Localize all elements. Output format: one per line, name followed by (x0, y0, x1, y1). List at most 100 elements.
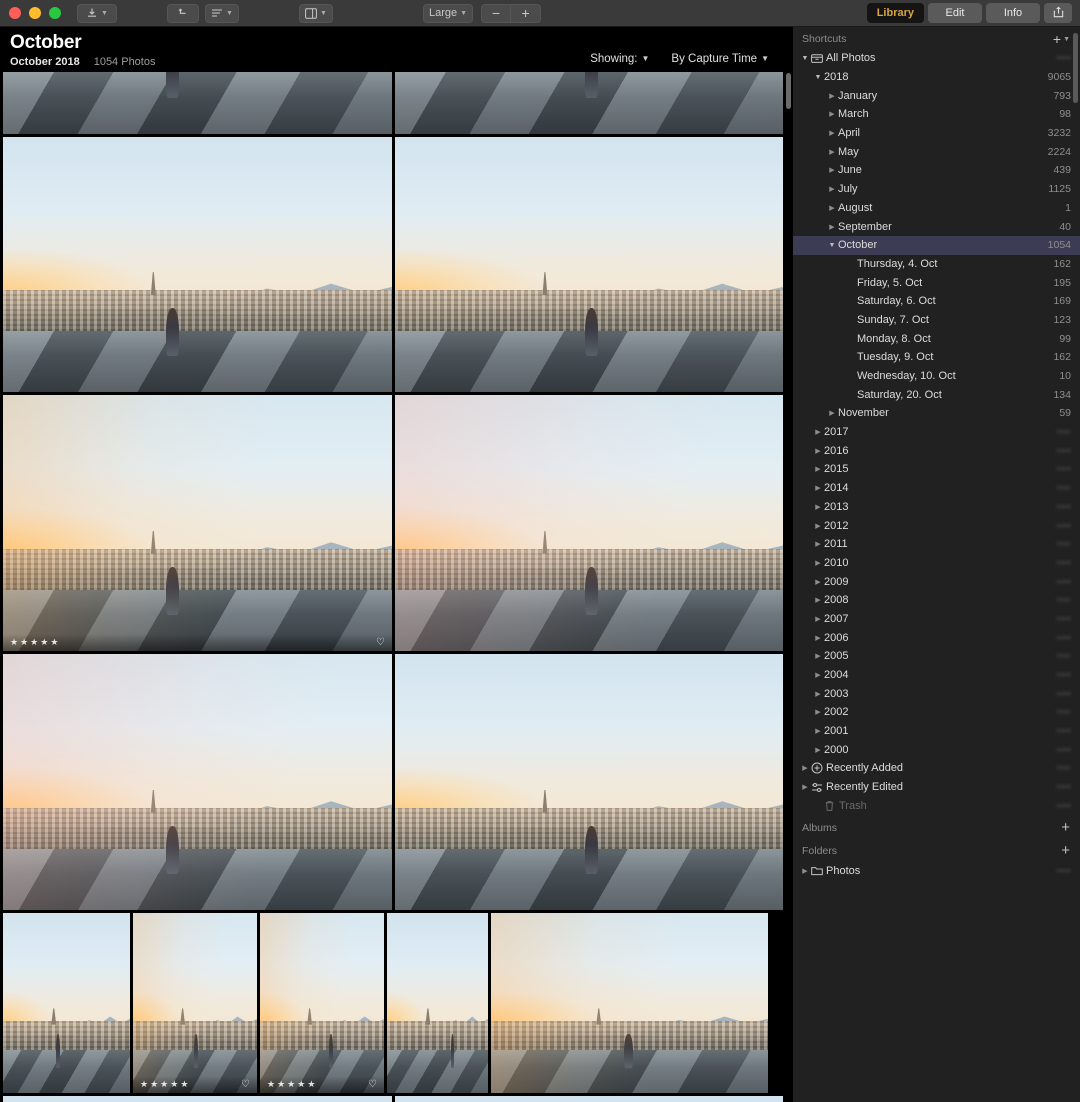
zoom-in-button[interactable]: + (511, 3, 542, 23)
disclosure-closed-icon[interactable]: ▶ (812, 559, 824, 567)
disclosure-closed-icon[interactable]: ▶ (812, 634, 824, 642)
disclosure-closed-icon[interactable]: ▶ (826, 185, 838, 193)
disclosure-closed-icon[interactable]: ▶ (826, 92, 838, 100)
sidebar-item-october[interactable]: ▼ October 1054 (793, 235, 1080, 255)
star-icon[interactable]: ★ (20, 638, 28, 647)
disclosure-closed-icon[interactable]: ▶ (812, 484, 824, 492)
rotate-button[interactable] (167, 3, 199, 23)
disclosure-closed-icon[interactable]: ▶ (812, 465, 824, 473)
sidebar-item-january[interactable]: ▶ January 793 (793, 86, 1080, 105)
add-album-button[interactable]: + (1061, 820, 1070, 835)
sidebar-item-2005[interactable]: ▶ 2005 •••• (793, 647, 1080, 666)
disclosure-closed-icon[interactable]: ▶ (812, 671, 824, 679)
disclosure-closed-icon[interactable]: ▶ (812, 596, 824, 604)
sidebar-item-2000[interactable]: ▶ 2000 •••• (793, 740, 1080, 759)
sidebar-item-2001[interactable]: ▶ 2001 •••• (793, 722, 1080, 741)
sidebar-item-august[interactable]: ▶ August 1 (793, 199, 1080, 218)
disclosure-closed-icon[interactable]: ▶ (826, 148, 838, 156)
photo-thumbnail[interactable] (3, 137, 392, 392)
sidebar-item-friday-5-oct[interactable]: Friday, 5. Oct 195 (793, 273, 1080, 292)
rating-stars[interactable]: ★ ★ ★ ★ ★ (140, 1080, 188, 1089)
sidebar-item-recently-edited[interactable]: ▶ Recently Edited •••• (793, 778, 1080, 797)
scrollbar-thumb[interactable] (786, 73, 791, 109)
sidebar-item-2018[interactable]: ▼ 2018 9065 (793, 68, 1080, 87)
zoom-out-button[interactable]: − (481, 3, 512, 23)
disclosure-closed-icon[interactable]: ▶ (812, 708, 824, 716)
disclosure-closed-icon[interactable]: ▶ (812, 652, 824, 660)
disclosure-closed-icon[interactable]: ▶ (812, 727, 824, 735)
minimize-button[interactable] (29, 7, 41, 19)
disclosure-open-icon[interactable]: ▼ (799, 55, 811, 62)
star-icon[interactable]: ★ (10, 638, 18, 647)
disclosure-closed-icon[interactable]: ▶ (812, 578, 824, 586)
disclosure-closed-icon[interactable]: ▶ (826, 409, 838, 417)
photo-thumbnail[interactable] (395, 654, 783, 910)
add-shortcut-button[interactable]: + ▼ (1053, 32, 1070, 46)
filter-button[interactable]: ▼ (205, 3, 239, 23)
star-icon[interactable]: ★ (140, 1080, 148, 1089)
sidebar-item-2016[interactable]: ▶ 2016 •••• (793, 441, 1080, 460)
photo-thumbnail[interactable] (387, 913, 488, 1093)
star-icon[interactable]: ★ (40, 638, 48, 647)
showing-filter-dropdown[interactable]: Showing: ▼ (590, 53, 649, 65)
import-button[interactable]: ▼ (77, 3, 117, 23)
photo-thumbnail[interactable] (395, 137, 783, 392)
photo-thumbnail[interactable] (395, 1096, 783, 1102)
photo-thumbnail[interactable] (3, 1096, 392, 1102)
sidebar-item-2015[interactable]: ▶ 2015 •••• (793, 460, 1080, 479)
close-button[interactable] (9, 7, 21, 19)
disclosure-closed-icon[interactable]: ▶ (826, 110, 838, 118)
disclosure-closed-icon[interactable]: ▶ (826, 166, 838, 174)
disclosure-closed-icon[interactable]: ▶ (812, 503, 824, 511)
disclosure-closed-icon[interactable]: ▶ (826, 204, 838, 212)
sidebar-item-2004[interactable]: ▶ 2004 •••• (793, 666, 1080, 685)
add-folder-button[interactable]: + (1061, 843, 1070, 858)
sidebar-scrollbar-thumb[interactable] (1073, 33, 1078, 103)
sidebar-item-2008[interactable]: ▶ 2008 •••• (793, 591, 1080, 610)
sidebar-item-all-photos[interactable]: ▼ All Photos •••• (793, 49, 1080, 68)
sidebar-item-april[interactable]: ▶ April 3232 (793, 124, 1080, 143)
sidebar-item-monday-8-oct[interactable]: Monday, 8. Oct 99 (793, 329, 1080, 348)
disclosure-closed-icon[interactable]: ▶ (826, 223, 838, 231)
photo-thumbnail[interactable] (491, 913, 768, 1093)
sidebar-item-recently-added[interactable]: ▶ Recently Added •••• (793, 759, 1080, 778)
sidebar-item-2007[interactable]: ▶ 2007 •••• (793, 610, 1080, 629)
star-icon[interactable]: ★ (170, 1080, 178, 1089)
star-icon[interactable]: ★ (277, 1080, 285, 1089)
sidebar-item-saturday-20-oct[interactable]: Saturday, 20. Oct 134 (793, 385, 1080, 404)
sidebar-item-2009[interactable]: ▶ 2009 •••• (793, 572, 1080, 591)
disclosure-closed-icon[interactable]: ▶ (812, 447, 824, 455)
disclosure-closed-icon[interactable]: ▶ (812, 690, 824, 698)
tab-edit[interactable]: Edit (928, 3, 982, 23)
sidebar-item-wednesday-10-oct[interactable]: Wednesday, 10. Oct 10 (793, 367, 1080, 386)
sidebar-item-2012[interactable]: ▶ 2012 •••• (793, 516, 1080, 535)
sidebar-item-sunday-7-oct[interactable]: Sunday, 7. Oct 123 (793, 311, 1080, 330)
disclosure-open-icon[interactable]: ▼ (812, 74, 824, 81)
favorite-heart-icon[interactable]: ♡ (376, 637, 385, 648)
sidebar-item-november[interactable]: ▶ November 59 (793, 404, 1080, 423)
tab-library[interactable]: Library (866, 3, 924, 23)
star-icon[interactable]: ★ (160, 1080, 168, 1089)
sidebar-item-2006[interactable]: ▶ 2006 •••• (793, 628, 1080, 647)
sidebar-item-photos[interactable]: ▶ Photos •••• (793, 861, 1080, 880)
sidebar-item-june[interactable]: ▶ June 439 (793, 161, 1080, 180)
disclosure-closed-icon[interactable]: ▶ (826, 129, 838, 137)
star-icon[interactable]: ★ (150, 1080, 158, 1089)
star-icon[interactable]: ★ (50, 638, 58, 647)
sidebar-item-thursday-4-oct[interactable]: Thursday, 4. Oct 162 (793, 255, 1080, 274)
photo-thumbnail[interactable] (395, 72, 783, 134)
sidebar-item-may[interactable]: ▶ May 2224 (793, 142, 1080, 161)
sidebar-item-2003[interactable]: ▶ 2003 •••• (793, 684, 1080, 703)
disclosure-closed-icon[interactable]: ▶ (799, 867, 811, 875)
star-icon[interactable]: ★ (267, 1080, 275, 1089)
sidebar-item-july[interactable]: ▶ July 1125 (793, 180, 1080, 199)
sidebar-item-2014[interactable]: ▶ 2014 •••• (793, 479, 1080, 498)
sidebar-scrollbar[interactable] (1072, 29, 1079, 1100)
sort-order-dropdown[interactable]: By Capture Time ▼ (671, 53, 769, 65)
photo-thumbnail[interactable]: ★ ★ ★ ★ ★ ♡ (133, 913, 257, 1093)
rating-stars[interactable]: ★ ★ ★ ★ ★ (10, 638, 58, 647)
rating-stars[interactable]: ★ ★ ★ ★ ★ (267, 1080, 315, 1089)
thumbnail-size-select[interactable]: Large ▼ (423, 3, 474, 23)
disclosure-closed-icon[interactable]: ▶ (799, 764, 811, 772)
photo-grid-scroll[interactable]: ★ ★ ★ ★ ★ ♡ ★ ★ ★ ★ ★ ♡ ★ ★ ★ ★ ★ ♡ (0, 72, 793, 1102)
